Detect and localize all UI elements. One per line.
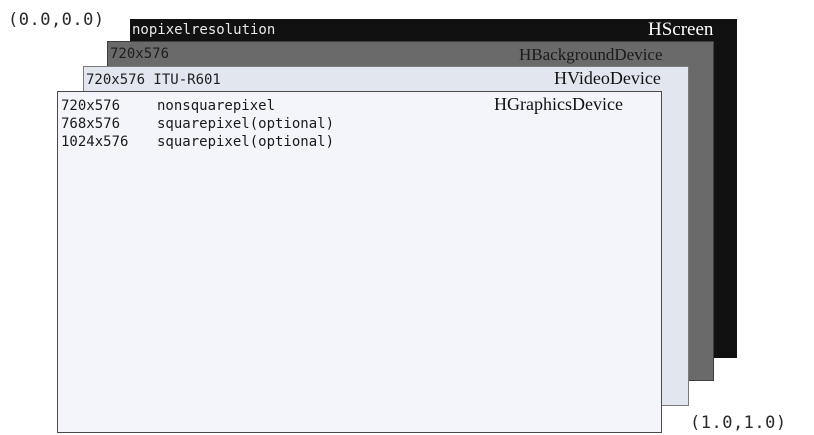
end-coordinate-label: (1.0,1.0) bbox=[690, 413, 787, 433]
graphics-mode-description: squarepixel(optional) bbox=[157, 116, 335, 132]
hvideodevice-resolution-label: 720x576 ITU-R601 bbox=[86, 72, 221, 88]
hbackgrounddevice-resolution-label: 720x576 bbox=[110, 46, 170, 62]
graphics-mode-resolution: 768x576 bbox=[61, 116, 121, 132]
hgraphicsdevice-device-name: HGraphicsDevice bbox=[494, 94, 623, 114]
hbackgrounddevice-device-name: HBackgroundDevice bbox=[519, 45, 663, 64]
graphics-mode-resolution: 1024x576 bbox=[61, 134, 129, 150]
origin-coordinate-label: (0.0,0.0) bbox=[8, 10, 105, 30]
graphics-mode-row: 1024x576 squarepixel(optional) bbox=[61, 133, 334, 151]
graphics-mode-row: 720x576 nonsquarepixel bbox=[61, 97, 334, 115]
graphics-mode-row: 768x576 squarepixel(optional) bbox=[61, 115, 334, 133]
graphics-mode-resolution: 720x576 bbox=[61, 98, 121, 114]
hscreen-resolution-label: nopixelresolution bbox=[132, 22, 276, 38]
graphics-mode-description: nonsquarepixel bbox=[157, 98, 276, 114]
graphics-mode-description: squarepixel(optional) bbox=[157, 134, 335, 150]
graphics-mode-list: 720x576 nonsquarepixel 768x576 squarepix… bbox=[61, 97, 334, 151]
hscreen-device-name: HScreen bbox=[648, 19, 714, 40]
hgraphicsdevice-layer: 720x576 nonsquarepixel 768x576 squarepix… bbox=[57, 91, 662, 433]
hvideodevice-device-name: HVideoDevice bbox=[554, 68, 661, 88]
